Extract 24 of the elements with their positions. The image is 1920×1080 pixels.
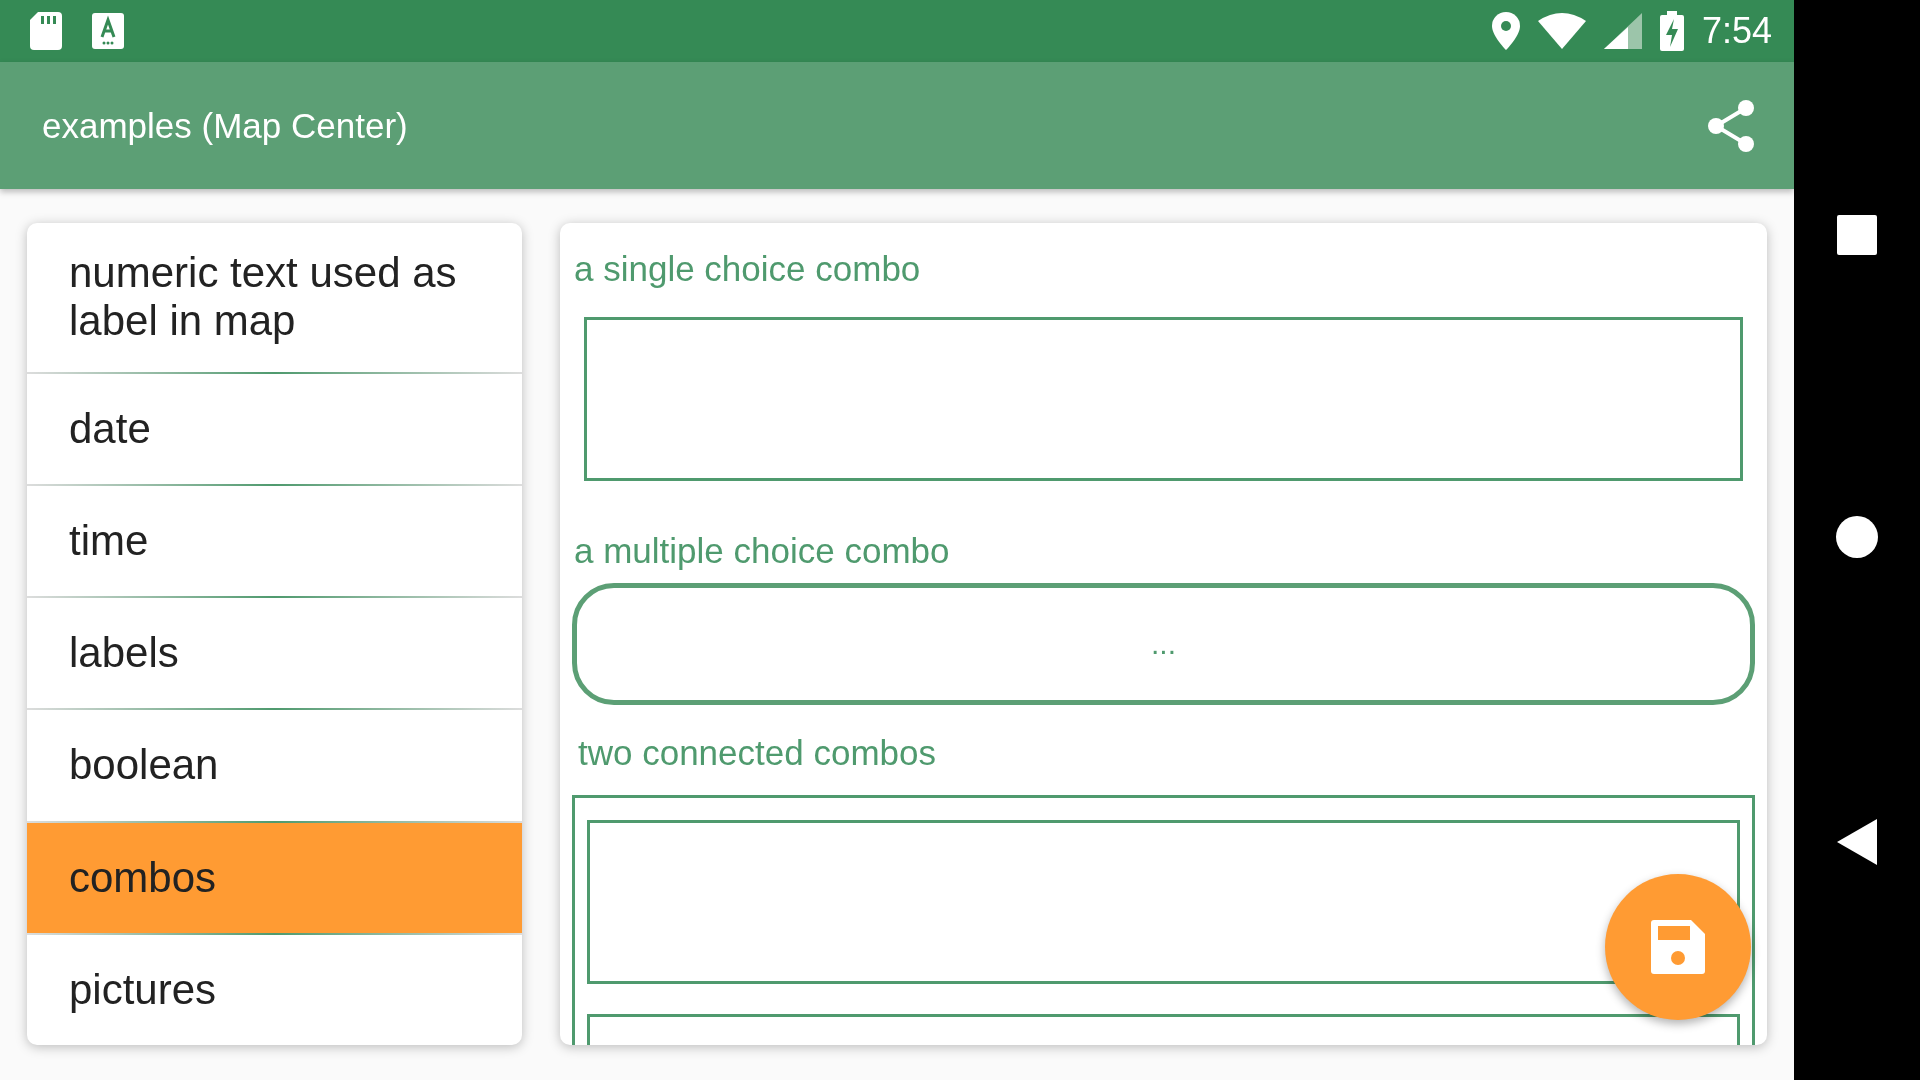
app-title: examples (Map Center) (42, 105, 408, 146)
field-label: two connected combos (577, 732, 937, 774)
save-icon (1651, 920, 1705, 974)
list-item[interactable]: time (27, 486, 522, 599)
clock-time: 7:54 (1701, 10, 1772, 52)
wifi-icon (1537, 13, 1586, 49)
list-item[interactable]: date (27, 373, 522, 486)
combo-value: ... (1151, 627, 1176, 661)
signal-icon (1603, 13, 1642, 49)
battery-charging-icon (1659, 11, 1684, 51)
home-icon[interactable] (1836, 516, 1878, 558)
back-icon[interactable] (1837, 819, 1877, 865)
field-label: a single choice combo (573, 248, 922, 290)
list-item[interactable]: numeric text used as label in map (27, 223, 522, 374)
sd-card-icon (30, 12, 62, 50)
keyboard-icon (92, 13, 124, 49)
field-label: a multiple choice combo (573, 530, 951, 572)
list-item[interactable]: combos (27, 822, 522, 935)
combo-field[interactable] (584, 317, 1743, 481)
combo-field[interactable] (587, 820, 1740, 984)
location-icon (1491, 12, 1520, 50)
list-item[interactable]: labels (27, 598, 522, 711)
list-item[interactable]: pictures (27, 934, 522, 1045)
share-icon[interactable] (1706, 98, 1756, 153)
